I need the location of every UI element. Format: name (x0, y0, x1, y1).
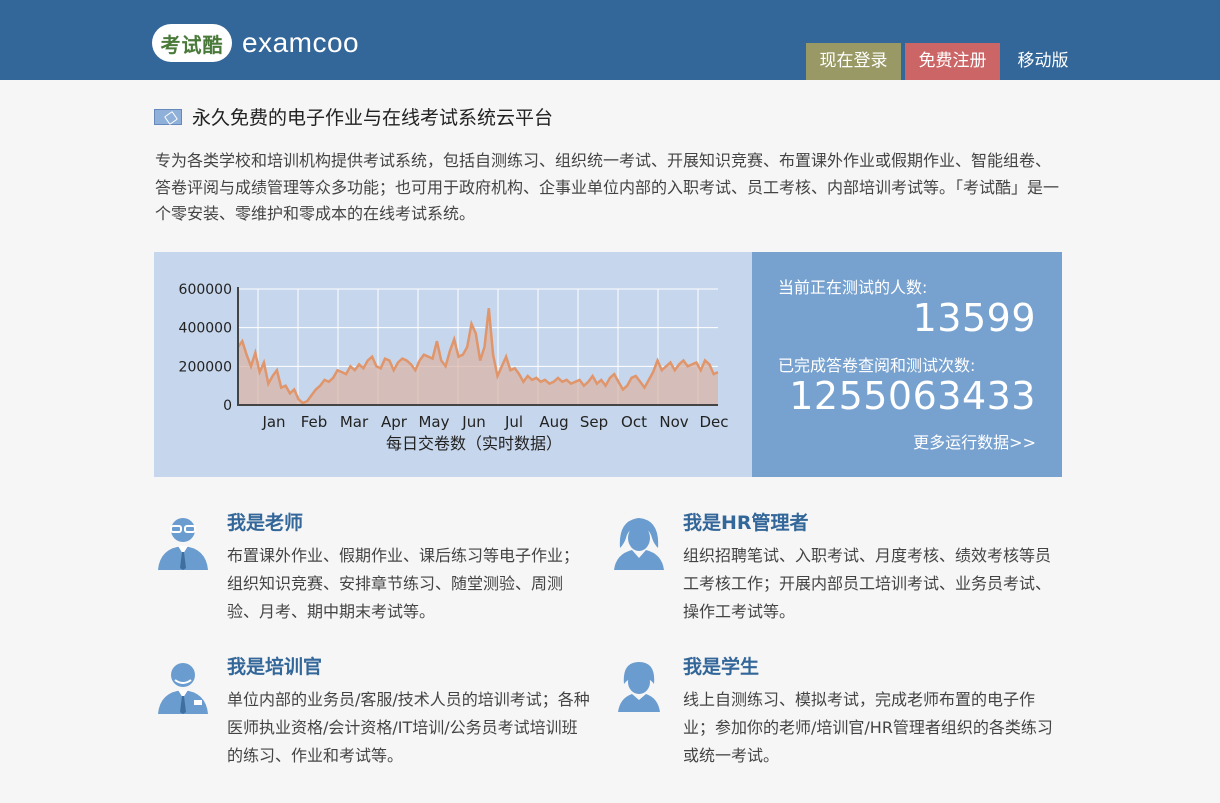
hr-card[interactable]: 我是HR管理者 组织招聘笔试、入职考试、月度考核、绩效考核等员工考核工作；开展内… (610, 508, 1052, 638)
chart-y-tick-label: 600000 (179, 282, 232, 298)
register-button[interactable]: 免费注册 (905, 43, 1000, 80)
teacher-icon (154, 514, 212, 572)
page-title-row: 永久免费的电子作业与在线考试系统云平台 (154, 103, 553, 130)
student-icon (610, 658, 668, 716)
top-header: 考试酷 examcoo 现在登录 免费注册 移动版 (0, 0, 1220, 80)
logo-badge: 考试酷 (152, 24, 232, 62)
trainer-icon (154, 658, 212, 716)
logo-text: examcoo (242, 27, 360, 58)
stats-panel: 当前正在测试的人数: 13599 已完成答卷查阅和测试次数: 125506343… (752, 252, 1062, 477)
page-title: 永久免费的电子作业与在线考试系统云平台 (192, 107, 554, 129)
top-nav: 现在登录 免费注册 移动版 (806, 43, 1086, 80)
trainer-card-desc: 单位内部的业务员/客服/技术人员的培训考试；各种医师执业资格/会计资格/IT培训… (227, 690, 590, 765)
chart-x-tick-label: Jun (461, 413, 485, 431)
trainer-card[interactable]: 我是培训官 单位内部的业务员/客服/技术人员的培训考试；各种医师执业资格/会计资… (154, 652, 594, 782)
testing-count-label: 当前正在测试的人数: (778, 278, 928, 297)
teacher-card[interactable]: 我是老师 布置课外作业、假期作业、课后练习等电子作业；组织知识竞赛、安排章节练习… (154, 508, 594, 638)
mobile-version-link[interactable]: 移动版 (1000, 43, 1086, 80)
chart-y-tick-label: 200000 (179, 359, 232, 375)
chart-x-tick-label: Oct (621, 413, 647, 431)
chart-x-tick-label: Apr (381, 413, 408, 431)
more-stats-link[interactable]: 更多运行数据>> (913, 429, 1036, 453)
chart-x-tick-label: Sep (580, 413, 608, 431)
stats-section: 0 200000 400000 600000 Jan Feb Mar Apr May Jun Ju… (154, 252, 1062, 477)
logo[interactable]: 考试酷 examcoo (152, 24, 359, 62)
edit-icon (154, 108, 182, 125)
teacher-card-desc: 布置课外作业、假期作业、课后练习等电子作业；组织知识竞赛、安排章节练习、随堂测验… (227, 546, 580, 621)
chart-x-tick-label: Nov (659, 413, 688, 431)
chart-x-tick-label: Dec (699, 413, 728, 431)
hr-card-desc: 组织招聘笔试、入职考试、月度考核、绩效考核等员工考核工作；开展内部员工培训考试、… (683, 546, 1052, 621)
completed-count-label: 已完成答卷查阅和测试次数: (778, 356, 976, 375)
chart-x-tick-label: Mar (340, 413, 369, 431)
trainer-card-title[interactable]: 我是培训官 (227, 652, 322, 679)
chart-x-tick-label: Jul (504, 413, 523, 431)
chart-x-title: 每日交卷数（实时数据） (386, 434, 562, 453)
chart-x-tick-label: Feb (301, 413, 328, 431)
chart-y-tick-label: 400000 (179, 321, 232, 337)
chart-x-tick-label: May (418, 413, 449, 431)
login-button[interactable]: 现在登录 (806, 43, 901, 80)
student-card[interactable]: 我是学生 线上自测练习、模拟考试，完成老师布置的电子作业；参加你的老师/培训官/… (610, 652, 1053, 782)
hr-card-title[interactable]: 我是HR管理者 (683, 508, 809, 535)
chart-y-tick-label: 0 (223, 398, 232, 414)
chart-x-tick-label: Aug (539, 413, 568, 431)
completed-count-value: 1255063433 (789, 374, 1036, 418)
hr-manager-icon (610, 514, 668, 572)
daily-submissions-chart: 0 200000 400000 600000 Jan Feb Mar Apr May Jun Ju… (154, 252, 752, 477)
intro-paragraph: 专为各类学校和培训机构提供考试系统，包括自测练习、组织统一考试、开展知识竞赛、布… (155, 151, 1060, 223)
chart-area-fill (238, 308, 718, 405)
student-card-desc: 线上自测练习、模拟考试，完成老师布置的电子作业；参加你的老师/培训官/HR管理者… (683, 690, 1053, 765)
student-card-title[interactable]: 我是学生 (683, 652, 759, 679)
chart-svg: 0 200000 400000 600000 Jan Feb Mar Apr May Jun Ju… (179, 282, 729, 453)
chart-x-tick-label: Jan (261, 413, 285, 431)
testing-count-value: 13599 (912, 296, 1036, 340)
teacher-card-title[interactable]: 我是老师 (227, 508, 303, 535)
